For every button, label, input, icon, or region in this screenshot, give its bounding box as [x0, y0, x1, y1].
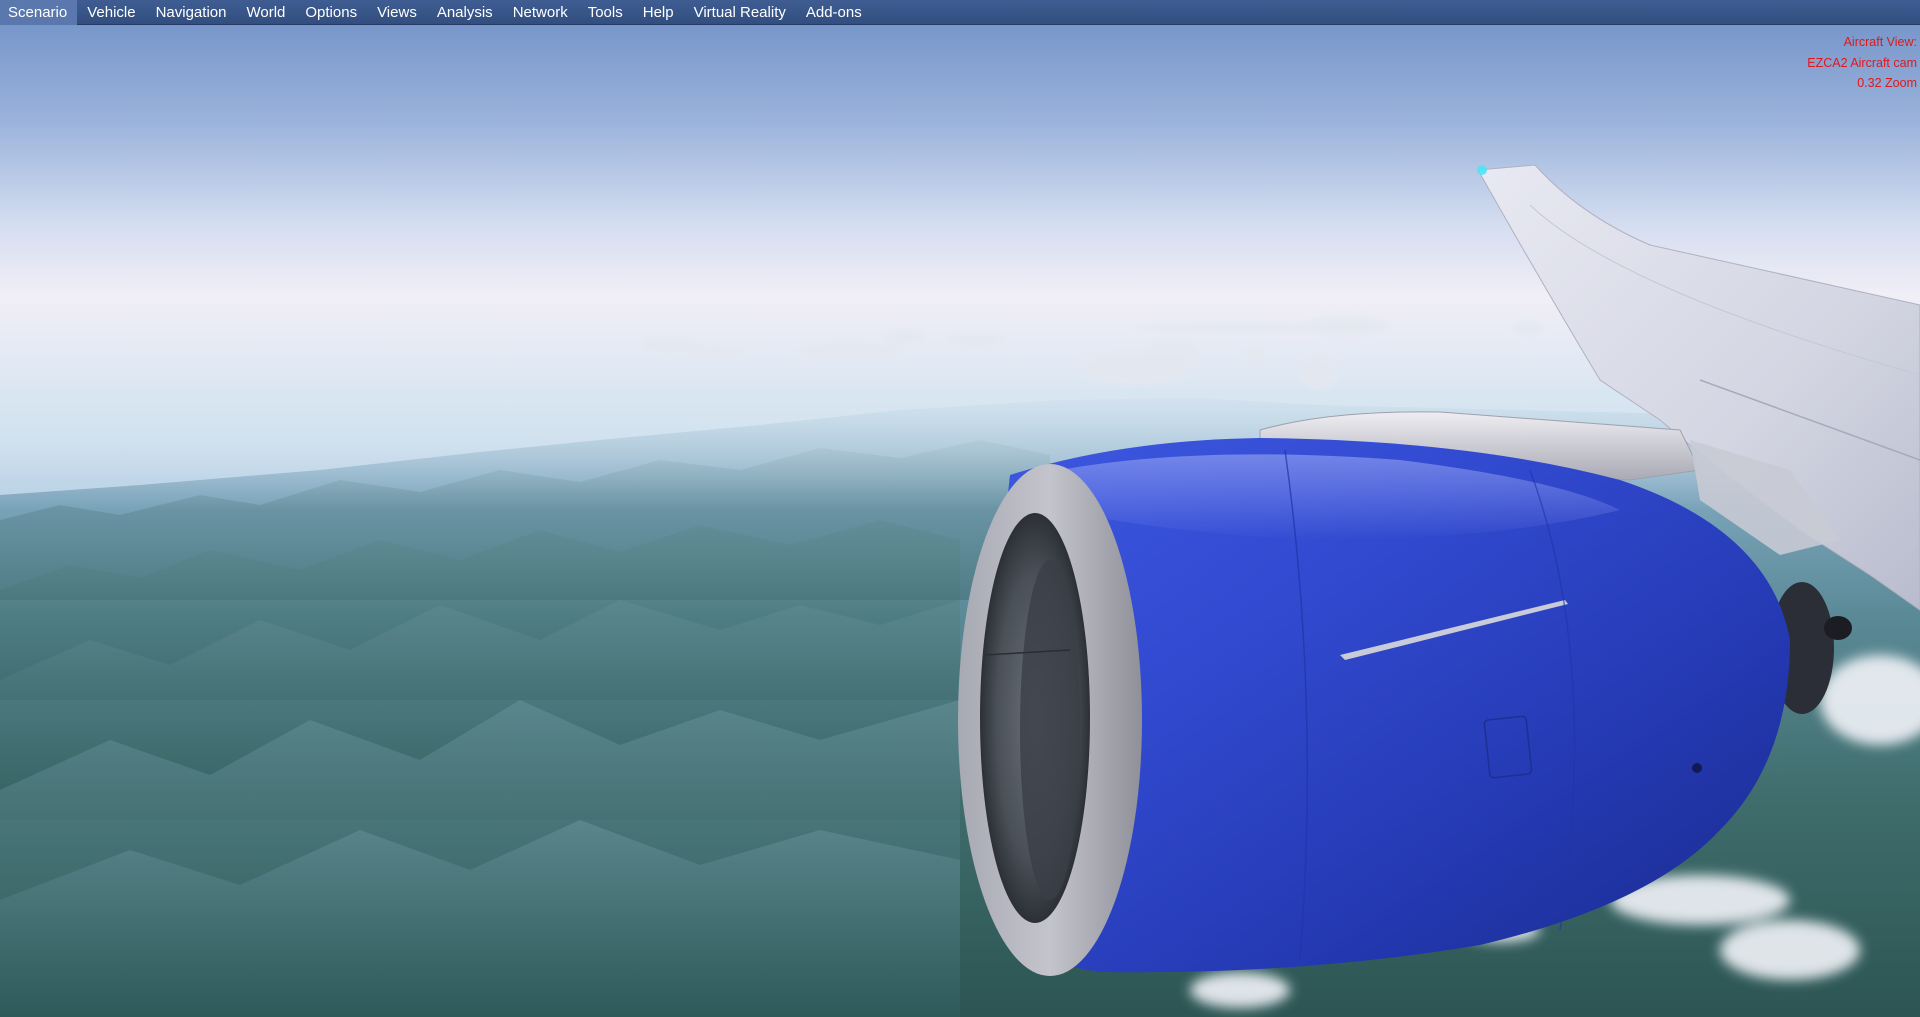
menu-virtual-reality[interactable]: Virtual Reality: [684, 0, 796, 25]
wingtip-light: [1477, 165, 1487, 175]
menu-help[interactable]: Help: [633, 0, 684, 25]
menu-analysis[interactable]: Analysis: [427, 0, 503, 25]
simulator-viewport[interactable]: [0, 0, 1920, 1017]
zoom-level-label: 0.32 Zoom: [1857, 76, 1917, 90]
menu-vehicle[interactable]: Vehicle: [77, 0, 145, 25]
menu-network[interactable]: Network: [503, 0, 578, 25]
camera-info-overlay: Aircraft View: EZCA2 Aircraft cam 0.32 Z…: [1807, 32, 1917, 94]
engine-fan-shadow: [1020, 560, 1080, 900]
aircraft-view-label: Aircraft View:: [1843, 35, 1917, 49]
engine-exhaust-cone: [1824, 616, 1852, 640]
menu-bar: Scenario Vehicle Navigation World Options Vie…: [0, 0, 1920, 25]
camera-name-label: EZCA2 Aircraft cam: [1807, 55, 1917, 70]
menu-navigation[interactable]: Navigation: [146, 0, 237, 25]
menu-scenario[interactable]: Scenario: [0, 0, 78, 25]
engine-drain-port: [1692, 763, 1702, 773]
menu-add-ons[interactable]: Add-ons: [796, 0, 872, 25]
mountain-ridges: [0, 440, 1050, 1017]
menu-options[interactable]: Options: [295, 0, 367, 25]
menu-tools[interactable]: Tools: [578, 0, 633, 25]
menu-views[interactable]: Views: [367, 0, 427, 25]
menu-world[interactable]: World: [236, 0, 295, 25]
